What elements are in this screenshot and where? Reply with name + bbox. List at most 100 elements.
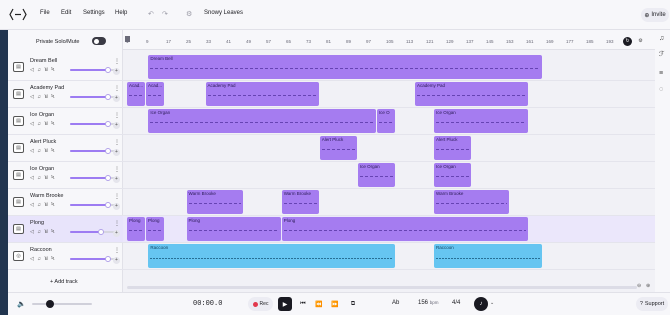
master-volume-slider[interactable] — [32, 300, 92, 308]
track-mute-solo-controls[interactable]: ◁ ♫ ꓤ Ϟ — [30, 94, 55, 100]
redo-icon[interactable]: ↷ — [162, 10, 168, 18]
clip[interactable]: Ice Organ — [434, 109, 529, 133]
track-volume-knob[interactable] — [105, 67, 111, 73]
clip[interactable]: Academy Pad — [414, 82, 529, 106]
menu-edit[interactable]: Edit — [61, 10, 71, 16]
track-menu-icon[interactable]: ⋮ — [114, 220, 120, 227]
track-mute-solo-controls[interactable]: ◁ ♫ ꓤ Ϟ — [30, 148, 55, 154]
library-icon[interactable]: ≡ — [659, 70, 663, 77]
track-volume-slider[interactable] — [70, 202, 115, 208]
track-lane[interactable]: Ice Organ Ice O Ice Organ — [123, 108, 655, 135]
clip[interactable]: Alert Pluck — [434, 136, 472, 160]
project-name[interactable]: Snowy Leaves — [204, 10, 243, 16]
track-mute-solo-controls[interactable]: ◁ ♫ ꓤ Ϟ — [30, 121, 55, 127]
loop-icon[interactable]: ↻ — [623, 37, 632, 46]
track-add-icon[interactable]: + — [113, 122, 120, 129]
track-volume-slider[interactable] — [70, 175, 115, 181]
arrangement-view[interactable]: 1 9 17 25 33 41 49 57 65 73 81 89 97 105 113 121 129 137 1… — [123, 30, 655, 292]
track-lane[interactable]: Dream Bell — [123, 54, 655, 81]
track-name[interactable]: Dream Bell — [30, 58, 57, 64]
track-add-icon[interactable]: + — [113, 257, 120, 264]
track-volume-slider[interactable] — [70, 256, 115, 262]
clip[interactable]: Warm Brooke — [281, 190, 319, 214]
track-mute-solo-controls[interactable]: ◁ ♫ ꓤ Ϟ — [30, 175, 55, 181]
instruments-icon[interactable]: ♫ — [659, 35, 664, 42]
keyboard-icon[interactable]: ▤ — [13, 116, 24, 126]
clip[interactable]: Academy Pad — [205, 82, 319, 106]
clip[interactable]: Dream Bell — [148, 55, 543, 79]
clip[interactable]: Acad... — [146, 82, 165, 106]
effects-icon[interactable]: ℱ — [659, 50, 665, 58]
track-header[interactable]: ▤ Plong ◁ ♫ ꓤ Ϟ ⋮ + — [8, 216, 123, 243]
track-header[interactable]: ▤ Dream Bell ◁ ♫ ꓤ Ϟ ⋮ + — [8, 54, 123, 81]
track-add-icon[interactable]: + — [113, 149, 120, 156]
track-lane[interactable]: Raccoon Raccoon — [123, 243, 655, 270]
horizontal-scrollbar[interactable] — [127, 286, 637, 289]
skip-start-icon[interactable]: ⏮ — [296, 297, 310, 311]
zoom-in-icon[interactable]: ⊕ — [646, 283, 650, 289]
track-menu-icon[interactable]: ⋮ — [114, 166, 120, 173]
clip[interactable]: Warm Brooke — [434, 190, 510, 214]
track-header[interactable]: ▤ Warm Brooke ◁ ♫ ꓤ Ϟ ⋮ + — [8, 189, 123, 216]
snap-settings-icon[interactable]: ⚙ — [636, 37, 645, 46]
track-name[interactable]: Ice Organ — [30, 166, 54, 172]
track-volume-knob[interactable] — [105, 121, 111, 127]
settings-gear-icon[interactable]: ⚙ — [186, 10, 192, 18]
track-menu-icon[interactable]: ⋮ — [114, 139, 120, 146]
track-name[interactable]: Raccoon — [30, 247, 52, 253]
track-name[interactable]: Academy Pad — [30, 85, 64, 91]
menu-help[interactable]: Help — [115, 10, 127, 16]
clip[interactable]: Plong — [146, 217, 165, 241]
drum-icon[interactable]: ◎ — [13, 251, 24, 261]
track-mute-solo-controls[interactable]: ◁ ♫ ꓤ Ϟ — [30, 202, 55, 208]
keyboard-icon[interactable]: ▤ — [13, 224, 24, 234]
keyboard-icon[interactable]: ▤ — [13, 62, 24, 72]
clip[interactable]: Ice Organ — [434, 163, 472, 187]
clip[interactable]: Ice Organ — [357, 163, 395, 187]
track-menu-icon[interactable]: ⋮ — [114, 112, 120, 119]
keyboard-icon[interactable]: ▤ — [13, 170, 24, 180]
clip[interactable]: Ice Organ — [148, 109, 376, 133]
track-add-icon[interactable]: + — [113, 230, 120, 237]
add-track-button[interactable]: + Add track — [50, 279, 78, 285]
track-volume-knob[interactable] — [105, 94, 111, 100]
track-mute-solo-controls[interactable]: ◁ ♫ ꓤ Ϟ — [30, 256, 55, 262]
keyboard-icon[interactable]: ▤ — [13, 143, 24, 153]
master-volume-knob[interactable] — [46, 300, 54, 308]
clip[interactable]: Plong — [281, 217, 529, 241]
track-menu-icon[interactable]: ⋮ — [114, 85, 120, 92]
track-add-icon[interactable]: + — [113, 203, 120, 210]
track-volume-knob[interactable] — [105, 148, 111, 154]
clip[interactable]: Raccoon — [148, 244, 395, 268]
loop-region-icon[interactable]: ⧉ — [346, 297, 360, 311]
track-lane[interactable]: Plong Plong Plong Plong — [123, 216, 655, 243]
clip[interactable]: Plong — [186, 217, 281, 241]
track-header[interactable]: ▤ Ice Organ ◁ ♫ ꓤ Ϟ ⋮ + — [8, 162, 123, 189]
time-signature[interactable]: 4/4 — [452, 300, 460, 306]
track-menu-icon[interactable]: ⋮ — [114, 193, 120, 200]
track-lane[interactable]: Ice Organ Ice Organ — [123, 162, 655, 189]
track-add-icon[interactable]: + — [113, 176, 120, 183]
track-volume-slider[interactable] — [70, 121, 115, 127]
tempo-display[interactable]: 156 bpm — [418, 300, 438, 306]
track-volume-slider[interactable] — [70, 148, 115, 154]
track-mute-solo-controls[interactable]: ◁ ♫ ꓤ Ϟ — [30, 67, 55, 73]
clip[interactable]: Acad... — [127, 82, 146, 106]
play-button[interactable]: ▶ — [278, 297, 292, 311]
track-header[interactable]: ◎ Raccoon ◁ ♫ ꓤ Ϟ ⋮ + — [8, 243, 123, 270]
track-name[interactable]: Plong — [30, 220, 44, 226]
chevron-down-icon[interactable]: ⌄ — [490, 300, 494, 306]
keyboard-icon[interactable]: ▤ — [13, 197, 24, 207]
speaker-icon[interactable]: 🔈 — [17, 300, 26, 308]
menu-file[interactable]: File — [40, 10, 50, 16]
support-button[interactable]: ? Support — [636, 297, 668, 311]
invite-button[interactable]: ⊕ Invite — [641, 8, 669, 22]
track-name[interactable]: Ice Organ — [30, 112, 54, 118]
track-name[interactable]: Alert Pluck — [30, 139, 56, 145]
track-lane[interactable]: Warm Brooke Warm Brooke Warm Brooke — [123, 189, 655, 216]
clip[interactable]: Plong — [127, 217, 146, 241]
clip[interactable]: Ice O — [376, 109, 395, 133]
app-logo-icon[interactable] — [9, 8, 27, 21]
menu-settings[interactable]: Settings — [83, 10, 105, 16]
track-volume-slider[interactable] — [70, 67, 115, 73]
